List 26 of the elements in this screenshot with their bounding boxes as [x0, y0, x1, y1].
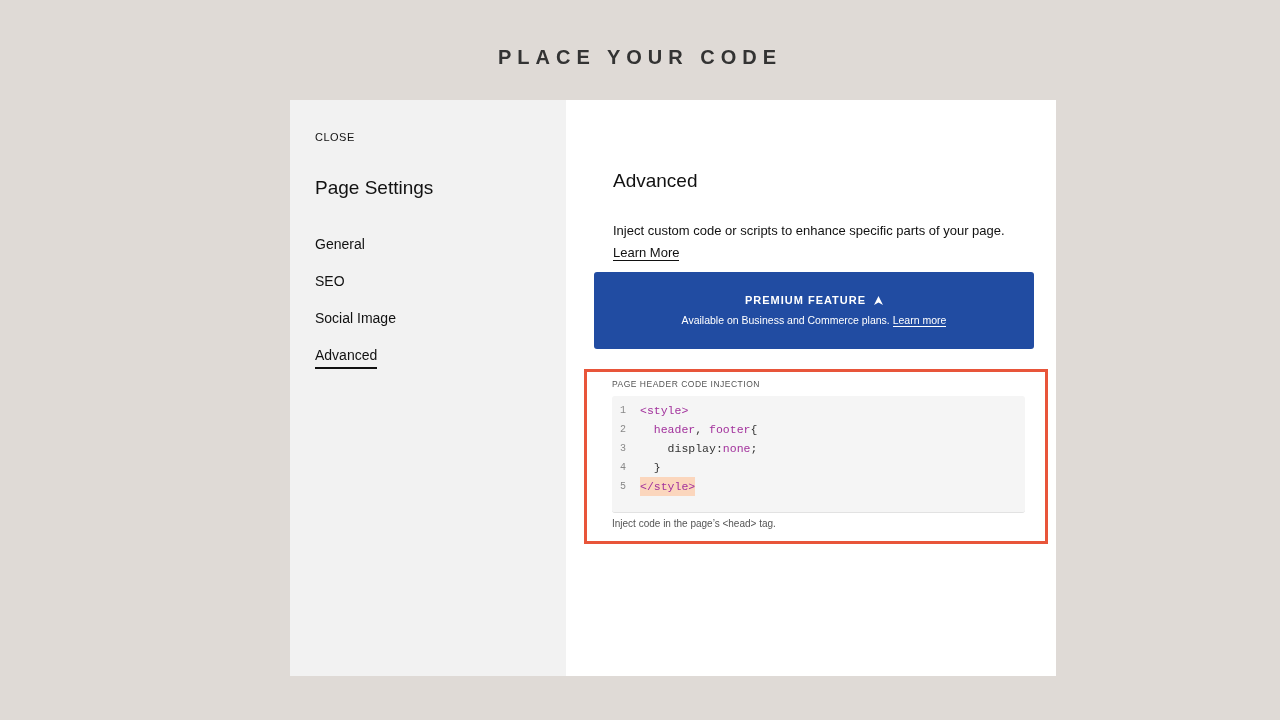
triangle-icon	[874, 296, 884, 306]
nav-item[interactable]: General	[315, 233, 365, 258]
code-editor[interactable]: 1 <style> 2 header, footer{ 3 display:none; 4 } 5 </style>	[612, 396, 1025, 514]
panel-title: Page Settings	[315, 176, 435, 200]
field-label: PAGE HEADER CODE INJECTION	[612, 377, 761, 391]
nav-item[interactable]: Advanced	[315, 344, 378, 369]
code-line: header, footer{	[652, 422, 758, 439]
slide-title: PLACE YOUR CODE	[496, 45, 784, 70]
line-number: 5	[620, 480, 627, 495]
code-line: display:none;	[666, 441, 758, 458]
description-text: Inject custom code or scripts to enhance specific parts of your page.	[613, 221, 1006, 240]
line-number: 1	[620, 404, 627, 419]
code-line: <style>	[640, 403, 689, 420]
premium-title: PREMIUM FEATURE	[744, 293, 867, 309]
code-line: }	[652, 460, 661, 477]
learn-more-link[interactable]: Learn more	[892, 313, 947, 327]
close-link[interactable]: CLOSE	[315, 129, 355, 146]
nav-item[interactable]: SEO	[315, 270, 345, 295]
line-number: 4	[620, 461, 627, 476]
help-text: Inject code in the page’s <head> tag.	[612, 517, 777, 532]
learn-more-link[interactable]: Learn More	[613, 245, 680, 262]
premium-text: Available on Business and Commerce plans. Learn more	[680, 312, 948, 329]
section-title: Advanced	[613, 170, 699, 193]
nav-item[interactable]: Social Image	[315, 307, 396, 332]
line-number: 3	[620, 442, 627, 457]
line-number: 2	[620, 423, 627, 438]
